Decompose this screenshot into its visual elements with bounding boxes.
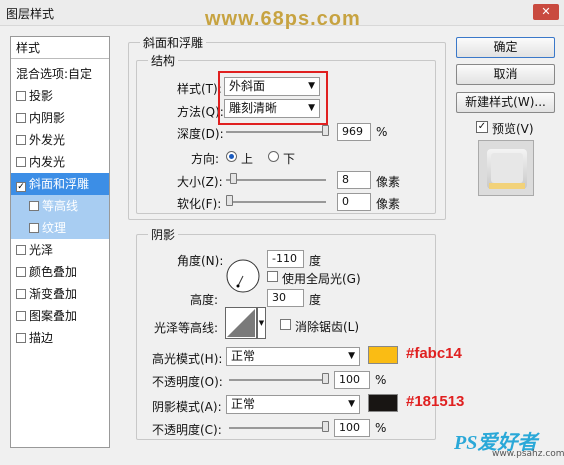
shadow-opacity-label: 不透明度(C): <box>152 423 222 437</box>
highlight-mode-dropdown[interactable]: 正常 ▼ <box>226 347 360 366</box>
highlight-opacity-track[interactable] <box>229 379 329 381</box>
soften-unit: 像素 <box>376 197 401 211</box>
sidebar-item-color-overlay[interactable]: 颜色叠加 <box>11 261 109 283</box>
soften-slider-thumb[interactable] <box>226 195 233 206</box>
altitude-input[interactable]: 30 <box>267 289 304 307</box>
shadow-opacity-track[interactable] <box>229 427 329 429</box>
highlight-opacity-input[interactable]: 100 <box>334 371 370 389</box>
altitude-label: 高度: <box>190 293 219 307</box>
direction-label: 方向: <box>191 152 220 166</box>
direction-up-label: 上 <box>241 152 254 166</box>
checkbox-icon[interactable] <box>16 91 26 101</box>
depth-input[interactable]: 969 <box>337 123 371 141</box>
checkbox-icon[interactable] <box>29 201 39 211</box>
size-input[interactable]: 8 <box>337 171 371 189</box>
direction-up-radio[interactable] <box>226 151 237 162</box>
shadow-mode-label: 阴影模式(A): <box>152 400 222 414</box>
soften-slider-track[interactable] <box>226 201 326 203</box>
depth-slider-track[interactable] <box>226 131 326 133</box>
shadow-opacity-unit: % <box>375 421 387 435</box>
shadow-color-swatch[interactable] <box>368 394 398 412</box>
depth-unit: % <box>376 125 388 139</box>
sidebar-item-inner-shadow[interactable]: 内阴影 <box>11 107 109 129</box>
shading-title: 阴影 <box>148 226 179 243</box>
size-unit: 像素 <box>376 175 401 189</box>
sidebar-item-drop-shadow[interactable]: 投影 <box>11 85 109 107</box>
highlight-opacity-thumb[interactable] <box>322 373 329 384</box>
checkbox-icon[interactable] <box>16 333 26 343</box>
preview-checkbox[interactable]: ✓ <box>476 121 488 133</box>
styles-sidebar: 样式 混合选项:自定 投影 内阴影 外发光 内发光 ✓ 斜面和浮雕 等高线 纹理 … <box>10 36 110 448</box>
close-button[interactable]: ✕ <box>533 4 559 20</box>
depth-label: 深度(D): <box>177 127 224 141</box>
checkbox-icon[interactable] <box>16 289 26 299</box>
checkbox-icon[interactable] <box>16 135 26 145</box>
gloss-contour-label: 光泽等高线: <box>154 321 219 335</box>
structure-title: 结构 <box>148 52 179 69</box>
highlight-box <box>218 71 328 125</box>
radio-dot-icon <box>229 154 234 159</box>
highlight-opacity-unit: % <box>375 373 387 387</box>
gloss-contour-swatch[interactable] <box>225 307 257 339</box>
sidebar-item-blending-options[interactable]: 混合选项:自定 <box>11 63 109 85</box>
global-light-checkbox[interactable] <box>267 271 278 282</box>
checkbox-icon[interactable] <box>16 113 26 123</box>
size-slider-track[interactable] <box>226 179 326 181</box>
sidebar-item-contour[interactable]: 等高线 <box>11 195 109 217</box>
sidebar-item-stroke[interactable]: 描边 <box>11 327 109 349</box>
angle-dial[interactable] <box>225 258 261 294</box>
checkbox-checked-icon[interactable]: ✓ <box>16 182 26 192</box>
shadow-color-annotation: #181513 <box>406 393 465 410</box>
altitude-unit: 度 <box>309 293 322 307</box>
shadow-opacity-thumb[interactable] <box>322 421 329 432</box>
preview-label: 预览(V) <box>492 122 534 136</box>
sidebar-item-outer-glow[interactable]: 外发光 <box>11 129 109 151</box>
highlight-color-swatch[interactable] <box>368 346 398 364</box>
sidebar-item-texture[interactable]: 纹理 <box>11 217 109 239</box>
highlight-color-annotation: #fabc14 <box>406 345 462 362</box>
sidebar-item-satin[interactable]: 光泽 <box>11 239 109 261</box>
cancel-button[interactable]: 取消 <box>456 64 555 85</box>
watermark: www.68ps.com <box>205 8 361 30</box>
checkbox-icon[interactable] <box>16 311 26 321</box>
size-slider-thumb[interactable] <box>230 173 237 184</box>
technique-label: 方法(Q): <box>177 105 224 119</box>
shadow-mode-dropdown[interactable]: 正常 ▼ <box>226 395 360 414</box>
direction-down-radio[interactable] <box>268 151 279 162</box>
angle-unit: 度 <box>309 254 322 268</box>
window-title: 图层样式 <box>6 7 55 21</box>
highlight-opacity-label: 不透明度(O): <box>152 375 223 389</box>
size-label: 大小(Z): <box>177 175 223 189</box>
checkbox-icon[interactable] <box>16 157 26 167</box>
antialias-checkbox[interactable] <box>280 319 291 330</box>
ok-button[interactable]: 确定 <box>456 37 555 58</box>
gloss-contour-dropdown-icon[interactable]: ▼ <box>257 307 266 339</box>
soften-label: 软化(F): <box>177 197 222 211</box>
soften-input[interactable]: 0 <box>337 193 371 211</box>
logo-url: www.psahz.com <box>492 449 564 459</box>
direction-down-label: 下 <box>283 152 296 166</box>
dropdown-arrow-icon: ▼ <box>348 351 355 361</box>
checkbox-icon[interactable] <box>16 245 26 255</box>
sidebar-item-pattern-overlay[interactable]: 图案叠加 <box>11 305 109 327</box>
global-light-label: 使用全局光(G) <box>282 272 361 286</box>
bevel-emboss-title: 斜面和浮雕 <box>140 34 207 51</box>
angle-label: 角度(N): <box>177 254 224 268</box>
sidebar-item-inner-glow[interactable]: 内发光 <box>11 151 109 173</box>
highlight-mode-label: 高光模式(H): <box>152 352 223 366</box>
sidebar-item-gradient-overlay[interactable]: 渐变叠加 <box>11 283 109 305</box>
checkbox-icon[interactable] <box>29 223 39 233</box>
new-style-button[interactable]: 新建样式(W)... <box>456 92 555 113</box>
sidebar-header: 样式 <box>11 37 109 59</box>
dropdown-arrow-icon: ▼ <box>348 399 355 409</box>
depth-slider-thumb[interactable] <box>322 125 329 136</box>
style-label: 样式(T): <box>177 82 222 96</box>
angle-input[interactable]: -110 <box>267 250 304 268</box>
shadow-opacity-input[interactable]: 100 <box>334 419 370 437</box>
preview-thumbnail <box>478 140 534 196</box>
sidebar-item-bevel-emboss[interactable]: ✓ 斜面和浮雕 <box>11 173 109 195</box>
checkbox-icon[interactable] <box>16 267 26 277</box>
antialias-label: 消除锯齿(L) <box>295 320 360 334</box>
